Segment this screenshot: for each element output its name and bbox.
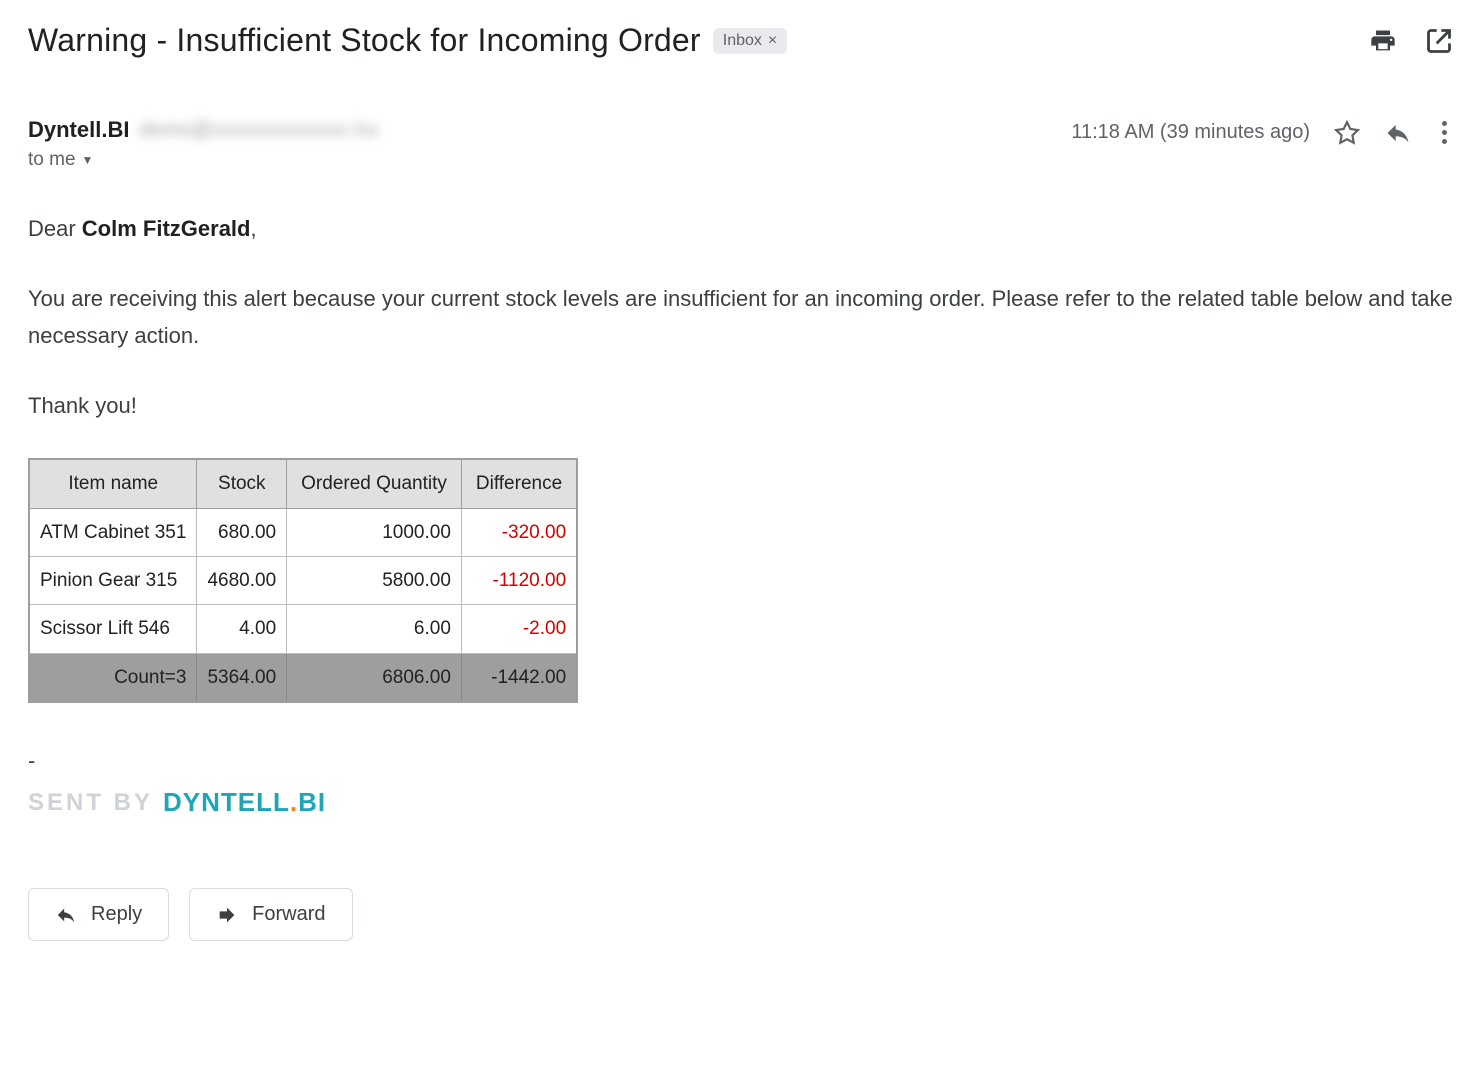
table-row: Scissor Lift 546 4.00 6.00 -2.00 — [29, 605, 577, 653]
inbox-chip-label: Inbox — [723, 32, 762, 50]
email-body: Dear Colm FitzGerald, You are receiving … — [28, 211, 1453, 824]
sender-name: Dyntell.BI — [28, 117, 129, 143]
cell-item-name: ATM Cabinet 351 — [29, 508, 197, 556]
forward-button[interactable]: Forward — [189, 888, 352, 941]
footer-ordered: 6806.00 — [287, 653, 462, 702]
footer-diff: -1442.00 — [461, 653, 577, 702]
sender-row: Dyntell.BI demo@xxxxxxxxxxxxx.hu to me ▼… — [28, 117, 1453, 171]
cell-ordered: 1000.00 — [287, 508, 462, 556]
table-row: ATM Cabinet 351 680.00 1000.00 -320.00 — [29, 508, 577, 556]
star-icon[interactable] — [1334, 120, 1360, 146]
table-row: Pinion Gear 315 4680.00 5800.00 -1120.00 — [29, 556, 577, 604]
recipient-toggle[interactable]: to me ▼ — [28, 149, 378, 171]
brand-main: DYNTELL — [163, 787, 290, 817]
print-icon[interactable] — [1369, 27, 1397, 55]
signature-dash: - — [28, 743, 1453, 779]
reply-icon[interactable] — [1384, 119, 1412, 147]
inbox-chip-remove[interactable]: × — [768, 32, 777, 50]
signature-line: SENT BY DYNTELL.Bi — [28, 781, 1453, 824]
cell-diff: -2.00 — [461, 605, 577, 653]
sender-address-redacted: demo@xxxxxxxxxxxxx.hu — [139, 119, 378, 142]
greeting-name: Colm FitzGerald — [82, 216, 251, 241]
email-actions: Reply Forward — [28, 888, 1453, 941]
cell-stock: 680.00 — [197, 508, 287, 556]
email-subject: Warning - Insufficient Stock for Incomin… — [28, 22, 701, 59]
open-in-new-icon[interactable] — [1425, 27, 1453, 55]
forward-arrow-icon — [216, 904, 238, 926]
greeting-line: Dear Colm FitzGerald, — [28, 211, 1453, 247]
greeting-suffix: , — [250, 216, 256, 241]
body-thanks: Thank you! — [28, 388, 1453, 424]
chevron-down-icon: ▼ — [82, 153, 94, 167]
body-paragraph: You are receiving this alert because you… — [28, 281, 1453, 354]
cell-stock: 4.00 — [197, 605, 287, 653]
cell-ordered: 6.00 — [287, 605, 462, 653]
reply-button-label: Reply — [91, 903, 142, 926]
recipient-label: to me — [28, 149, 76, 171]
stock-table: Item name Stock Ordered Quantity Differe… — [28, 458, 578, 703]
inbox-chip[interactable]: Inbox × — [713, 28, 787, 54]
table-header-row: Item name Stock Ordered Quantity Differe… — [29, 459, 577, 508]
email-timestamp: 11:18 AM (39 minutes ago) — [1071, 121, 1310, 144]
reply-button[interactable]: Reply — [28, 888, 169, 941]
brand-logo: DYNTELL.Bi — [163, 781, 326, 824]
cell-diff: -1120.00 — [461, 556, 577, 604]
forward-button-label: Forward — [252, 903, 325, 926]
brand-tail: Bi — [298, 787, 326, 817]
email-header: Warning - Insufficient Stock for Incomin… — [28, 22, 1453, 59]
brand-dot: . — [290, 787, 298, 817]
cell-stock: 4680.00 — [197, 556, 287, 604]
col-difference: Difference — [461, 459, 577, 508]
footer-label: Count=3 — [29, 653, 197, 702]
table-footer-row: Count=3 5364.00 6806.00 -1442.00 — [29, 653, 577, 702]
cell-ordered: 5800.00 — [287, 556, 462, 604]
reply-arrow-icon — [55, 904, 77, 926]
more-menu-icon[interactable] — [1436, 117, 1453, 148]
cell-item-name: Pinion Gear 315 — [29, 556, 197, 604]
sent-by-label: SENT BY — [28, 783, 153, 823]
cell-item-name: Scissor Lift 546 — [29, 605, 197, 653]
col-stock: Stock — [197, 459, 287, 508]
greeting-prefix: Dear — [28, 216, 82, 241]
col-ordered: Ordered Quantity — [287, 459, 462, 508]
col-item-name: Item name — [29, 459, 197, 508]
cell-diff: -320.00 — [461, 508, 577, 556]
footer-stock: 5364.00 — [197, 653, 287, 702]
